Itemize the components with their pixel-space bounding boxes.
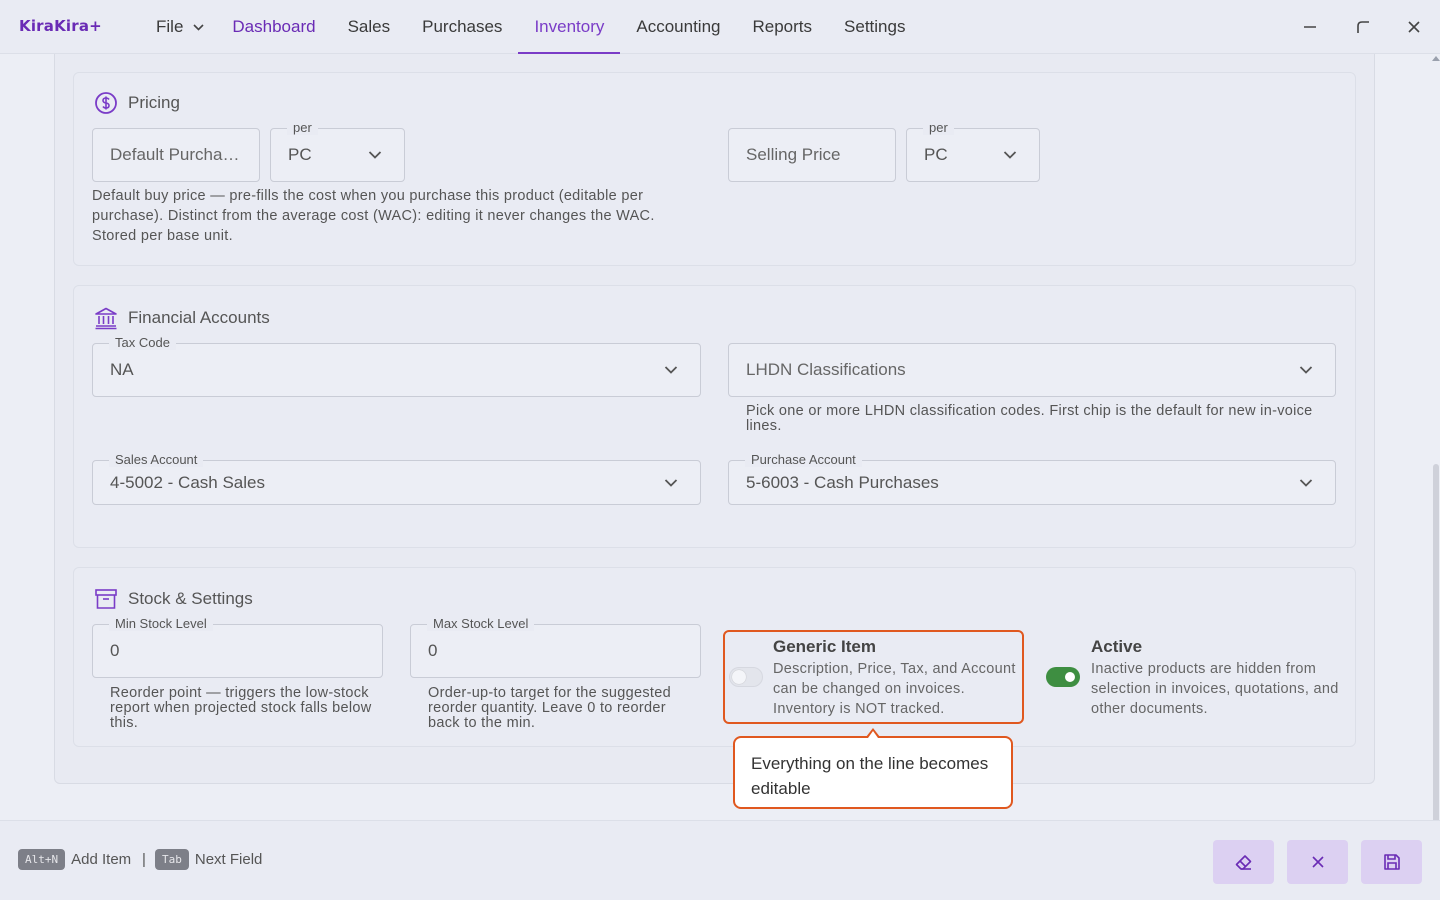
purchase-account-value: 5-6003 - Cash Purchases	[746, 472, 939, 492]
chevron-down-icon	[368, 151, 382, 159]
selling-price-input[interactable]: Selling Price	[728, 128, 896, 182]
lhdn-classifications-select[interactable]: LHDN Classifications	[728, 343, 1336, 397]
menu-accounting[interactable]: Accounting	[620, 0, 736, 54]
tax-code-value: NA	[110, 360, 134, 379]
generic-item-tooltip: Everything on the line becomes editable	[733, 736, 1013, 809]
tooltip-arrow-inner	[868, 731, 878, 738]
selling-unit-legend: per	[923, 120, 954, 135]
dollar-icon	[94, 91, 118, 115]
max-stock-level-input[interactable]: Max Stock Level 0	[410, 616, 701, 678]
save-button[interactable]	[1361, 840, 1422, 884]
hint-label: Add Item	[71, 851, 132, 868]
save-icon	[1383, 854, 1400, 870]
eraser-icon	[1235, 855, 1251, 870]
hint-next-field: Tab Next Field	[155, 849, 262, 870]
chevron-down-icon	[1299, 478, 1313, 487]
menu-settings[interactable]: Settings	[828, 0, 921, 54]
default-purchase-price-placeholder: Default Purcha…	[110, 145, 240, 164]
chevron-down-icon	[1003, 151, 1017, 159]
scrollbar[interactable]	[1431, 54, 1440, 874]
min-stock-value: 0	[110, 641, 120, 660]
scroll-up-icon[interactable]	[1432, 56, 1440, 61]
min-stock-help: Reorder point — triggers the low-stock r…	[110, 685, 372, 731]
pricing-heading: Pricing	[94, 91, 180, 115]
financial-heading: Financial Accounts	[94, 306, 270, 330]
chevron-down-icon	[664, 478, 678, 487]
shortcut-key: Tab	[155, 849, 189, 870]
tax-code-legend: Tax Code	[109, 335, 176, 350]
menu-sales[interactable]: Sales	[332, 0, 407, 54]
bottom-bar: Alt+N Add Item | Tab Next Field	[0, 820, 1440, 900]
min-stock-legend: Min Stock Level	[109, 616, 213, 631]
chevron-down-icon	[193, 23, 204, 31]
menu-reports[interactable]: Reports	[737, 0, 829, 54]
max-stock-value: 0	[428, 641, 438, 660]
menu-file-label: File	[156, 17, 184, 36]
toggle-knob	[732, 670, 746, 684]
default-purchase-price-input[interactable]: Default Purcha…	[92, 128, 260, 182]
pricing-title: Pricing	[128, 93, 180, 112]
generic-item-description: Description, Price, Tax, and Account can…	[773, 661, 1016, 717]
selling-price-placeholder: Selling Price	[746, 145, 841, 164]
min-stock-level-input[interactable]: Min Stock Level 0	[92, 616, 383, 678]
top-bar: KiraKira+ File Dashboard Sales Purchases…	[0, 0, 1440, 54]
generic-item-toggle[interactable]	[729, 667, 763, 687]
generic-item-title: Generic Item	[773, 637, 876, 656]
chevron-down-icon	[664, 366, 678, 374]
tax-code-select[interactable]: Tax Code NA	[92, 335, 701, 397]
sales-account-legend: Sales Account	[109, 452, 204, 467]
bank-icon	[94, 306, 118, 330]
menu-inventory[interactable]: Inventory	[518, 0, 621, 54]
clear-button[interactable]	[1213, 840, 1274, 884]
stock-title: Stock & Settings	[128, 589, 253, 608]
purchase-account-legend: Purchase Account	[745, 452, 862, 467]
minimize-icon[interactable]	[1297, 14, 1323, 40]
app-logo: KiraKira+	[19, 17, 102, 35]
archive-box-icon	[94, 587, 118, 611]
sales-account-select[interactable]: Sales Account 4-5002 - Cash Sales	[92, 452, 701, 505]
cancel-button[interactable]	[1287, 840, 1348, 884]
purchase-unit-value: PC	[288, 145, 312, 164]
chevron-down-icon	[1299, 366, 1313, 374]
shortcut-key: Alt+N	[18, 849, 66, 870]
max-stock-help: Order-up-to target for the suggested reo…	[428, 685, 671, 731]
active-toggle[interactable]	[1046, 667, 1080, 687]
purchase-unit-select[interactable]: per PC	[270, 120, 405, 182]
close-icon[interactable]	[1401, 14, 1427, 40]
purchase-price-help: Default buy price — pre-fills the cost w…	[92, 188, 655, 244]
hint-add-item: Alt+N Add Item	[18, 849, 131, 870]
menu-file[interactable]: File	[140, 0, 216, 54]
menu-dashboard[interactable]: Dashboard	[216, 0, 331, 54]
menu-purchases[interactable]: Purchases	[406, 0, 518, 54]
stock-heading: Stock & Settings	[94, 587, 253, 611]
restore-icon[interactable]	[1350, 14, 1376, 40]
financial-title: Financial Accounts	[128, 308, 270, 327]
lhdn-help: Pick one or more LHDN classification cod…	[746, 403, 1313, 434]
hint-separator: |	[142, 851, 146, 868]
scroll-thumb[interactable]	[1433, 464, 1439, 874]
purchase-unit-legend: per	[287, 120, 318, 135]
lhdn-placeholder: LHDN Classifications	[746, 360, 906, 379]
close-icon	[1311, 856, 1324, 868]
selling-unit-select[interactable]: per PC	[906, 120, 1040, 182]
sales-account-value: 4-5002 - Cash Sales	[110, 472, 265, 492]
toggle-knob	[1063, 670, 1077, 684]
selling-unit-value: PC	[924, 145, 948, 164]
active-description: Inactive products are hidden from select…	[1091, 661, 1339, 717]
purchase-account-select[interactable]: Purchase Account 5-6003 - Cash Purchases	[728, 452, 1336, 505]
main-menu: File Dashboard Sales Purchases Inventory…	[140, 0, 921, 54]
active-title: Active	[1091, 637, 1143, 656]
hint-label: Next Field	[194, 851, 263, 868]
max-stock-legend: Max Stock Level	[427, 616, 535, 631]
